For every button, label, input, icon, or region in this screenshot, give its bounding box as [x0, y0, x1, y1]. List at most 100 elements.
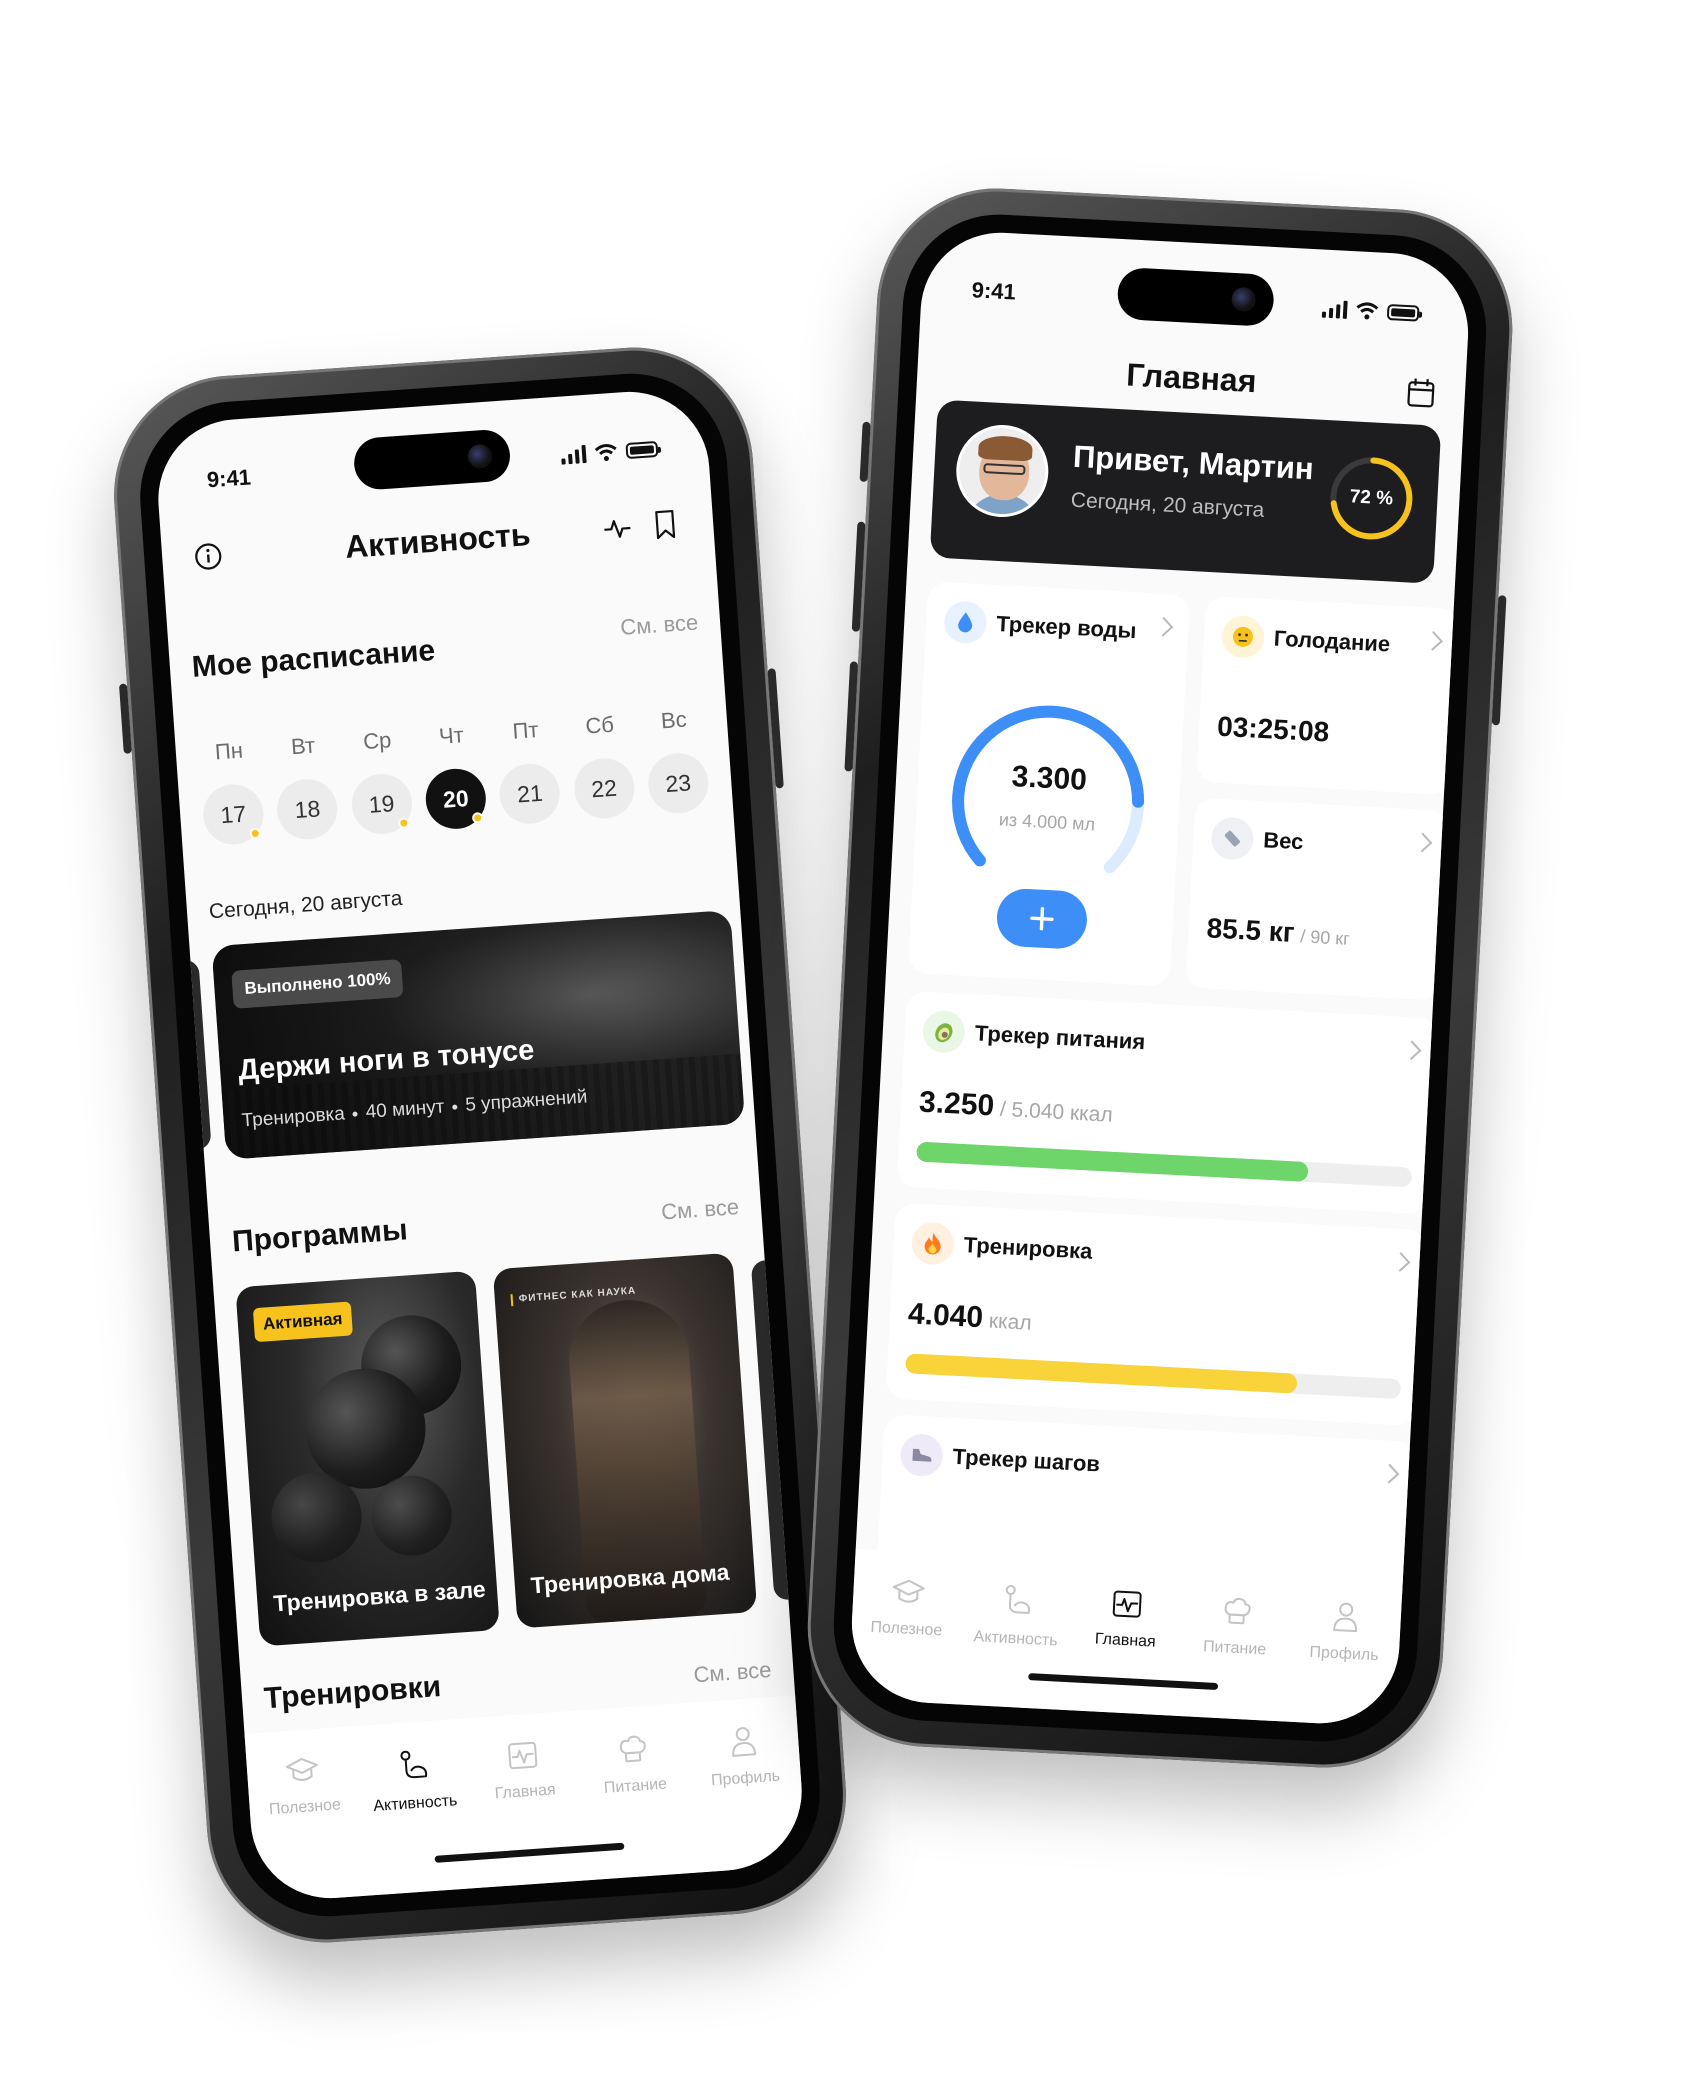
- status-time: 9:41: [971, 277, 1017, 305]
- tab-user[interactable]: Профиль: [1290, 1598, 1396, 1727]
- chevron-right-icon: [1379, 1463, 1400, 1484]
- add-water-button[interactable]: [995, 887, 1089, 951]
- battery-icon: [1386, 303, 1420, 322]
- tab-label: Профиль: [710, 1767, 781, 1790]
- training-progress-bar: [904, 1353, 1402, 1400]
- calendar-icon[interactable]: [1398, 370, 1444, 416]
- programs-see-all-link[interactable]: См. все: [660, 1194, 740, 1225]
- chef-hat-icon: [1219, 1594, 1253, 1633]
- plus-icon: [1030, 907, 1054, 931]
- schedule-see-all-link[interactable]: См. все: [619, 610, 699, 641]
- weight-goal: / 90 кг: [1299, 926, 1351, 949]
- workout-dot: [471, 811, 484, 824]
- tab-chef-hat[interactable]: Питание: [582, 1729, 692, 1880]
- day-number-text: 18: [293, 794, 322, 823]
- program-card-gym[interactable]: Активная Тренировка в зале: [235, 1270, 500, 1647]
- day-number[interactable]: 17: [201, 782, 266, 847]
- biceps-icon: [396, 1747, 431, 1788]
- day-label: Ср: [362, 727, 393, 755]
- day-label: Сб: [584, 711, 615, 739]
- activity-header: Активность: [160, 486, 716, 594]
- tab-pulse-board[interactable]: Главная: [1072, 1587, 1178, 1716]
- day-20[interactable]: Чт 20: [420, 721, 489, 831]
- bookmark-icon[interactable]: [642, 501, 689, 548]
- day-22[interactable]: Сб 22: [568, 710, 637, 821]
- day-number-selected[interactable]: 20: [423, 766, 488, 831]
- day-19[interactable]: Ср 19: [345, 726, 414, 837]
- fasting-timer: 03:25:08: [1216, 710, 1331, 748]
- activity-pulse-icon[interactable]: [594, 504, 641, 551]
- training-title: Тренировка: [963, 1232, 1093, 1264]
- battery-icon: [625, 440, 659, 460]
- weight-title: Вес: [1262, 827, 1305, 855]
- today-workout-card[interactable]: Выполнено 100% Держи ноги в тонусе Трени…: [211, 909, 746, 1160]
- day-21[interactable]: Пт 21: [494, 716, 563, 826]
- day-18[interactable]: Вт 18: [271, 731, 340, 842]
- day-number-text: 20: [442, 784, 470, 813]
- tab-pulse-board[interactable]: Главная: [472, 1737, 582, 1888]
- next-card-peek[interactable]: [747, 918, 789, 1111]
- biceps-icon: [1000, 1583, 1034, 1624]
- day-number[interactable]: 23: [646, 751, 711, 816]
- tab-biceps[interactable]: Активность: [962, 1581, 1068, 1710]
- tab-label: Питание: [603, 1775, 668, 1797]
- nutrition-value: 3.250: [918, 1085, 996, 1123]
- fasting-card[interactable]: Голодание 03:25:08: [1196, 595, 1460, 795]
- day-number[interactable]: 21: [497, 761, 562, 826]
- day-label: Вт: [290, 732, 316, 760]
- fasting-title: Голодание: [1273, 625, 1391, 657]
- weight-values: 85.5 кг / 90 кг: [1206, 912, 1351, 951]
- chevron-right-icon: [1401, 1040, 1422, 1061]
- weight-value: 85.5 кг: [1205, 912, 1296, 948]
- tab-label: Главная: [494, 1781, 557, 1803]
- chevron-right-icon: [1412, 832, 1433, 853]
- prev-card-peek[interactable]: [170, 959, 212, 1151]
- program-card-home[interactable]: ФИТНЕС КАК НАУКА Тренировка дома: [492, 1252, 758, 1629]
- greeting-text: Привет, Мартин: [1072, 438, 1315, 487]
- nutrition-goal: / 5.040 ккал: [999, 1097, 1114, 1127]
- page-title: Главная: [1125, 355, 1258, 399]
- page-title: Активность: [343, 515, 532, 565]
- wifi-icon: [594, 444, 617, 462]
- signal-icon: [1321, 300, 1348, 319]
- avatar[interactable]: [953, 422, 1051, 520]
- day-number[interactable]: 18: [275, 777, 340, 842]
- training-card[interactable]: Тренировка 4.040 ккал: [885, 1202, 1428, 1427]
- weight-card[interactable]: Вес 85.5 кг / 90 кг: [1185, 797, 1450, 1001]
- tab-label: Питание: [1202, 1638, 1267, 1659]
- day-number[interactable]: 19: [349, 772, 414, 837]
- pulse-board-icon: [506, 1739, 540, 1776]
- workout-dot: [397, 817, 410, 829]
- info-icon[interactable]: [185, 533, 232, 580]
- training-unit: ккал: [988, 1309, 1033, 1335]
- day-number-text: 22: [590, 774, 618, 802]
- daily-progress-label: 72 %: [1349, 486, 1394, 510]
- nutrition-values: 3.250 / 5.040 ккал: [918, 1086, 1113, 1130]
- workouts-see-all-link[interactable]: См. все: [693, 1657, 773, 1688]
- tab-chef-hat[interactable]: Питание: [1181, 1592, 1287, 1721]
- today-date-label: Сегодня, 20 августа: [208, 886, 404, 924]
- nutrition-tracker-card[interactable]: Трекер питания 3.250 / 5.040 ккал: [896, 990, 1439, 1215]
- bottom-tab-bar: Полезное Активность Главная Питание Профиль: [244, 1695, 808, 1904]
- tab-graduation-cap[interactable]: Полезное: [251, 1752, 361, 1903]
- graduation-cap-icon: [284, 1755, 320, 1792]
- tab-user[interactable]: Профиль: [692, 1722, 802, 1873]
- tab-biceps[interactable]: Активность: [362, 1745, 472, 1896]
- day-17[interactable]: Пн 17: [197, 736, 266, 847]
- sneaker-icon: [899, 1433, 944, 1478]
- tab-label: Полезное: [870, 1618, 943, 1640]
- face-emoji-icon: [1220, 614, 1266, 659]
- greeting-card[interactable]: Привет, Мартин Сегодня, 20 августа 72 %: [929, 399, 1442, 584]
- day-23[interactable]: Вс 23: [642, 705, 711, 816]
- water-tracker-card[interactable]: Трекер воды 3.300 из 4.000 мл: [907, 581, 1191, 987]
- bottom-tab-bar: Полезное Активность Главная Питание Профиль: [847, 1548, 1403, 1728]
- activity-screen: 9:41 Активность Мое расписание См. все П…: [152, 386, 808, 1904]
- next-program-peek[interactable]: [750, 1259, 803, 1601]
- workouts-title: Тренировки: [262, 1670, 443, 1716]
- tab-label: Профиль: [1309, 1643, 1379, 1665]
- nutrition-progress-bar: [916, 1141, 1413, 1188]
- tab-graduation-cap[interactable]: Полезное: [853, 1575, 959, 1704]
- week-day-picker: Пн 17 Вт 18 Ср 19 Чт 20 Пт 21 Сб 22 Вс 23: [197, 705, 711, 847]
- day-number[interactable]: 22: [572, 756, 637, 821]
- day-label: Вс: [660, 706, 688, 734]
